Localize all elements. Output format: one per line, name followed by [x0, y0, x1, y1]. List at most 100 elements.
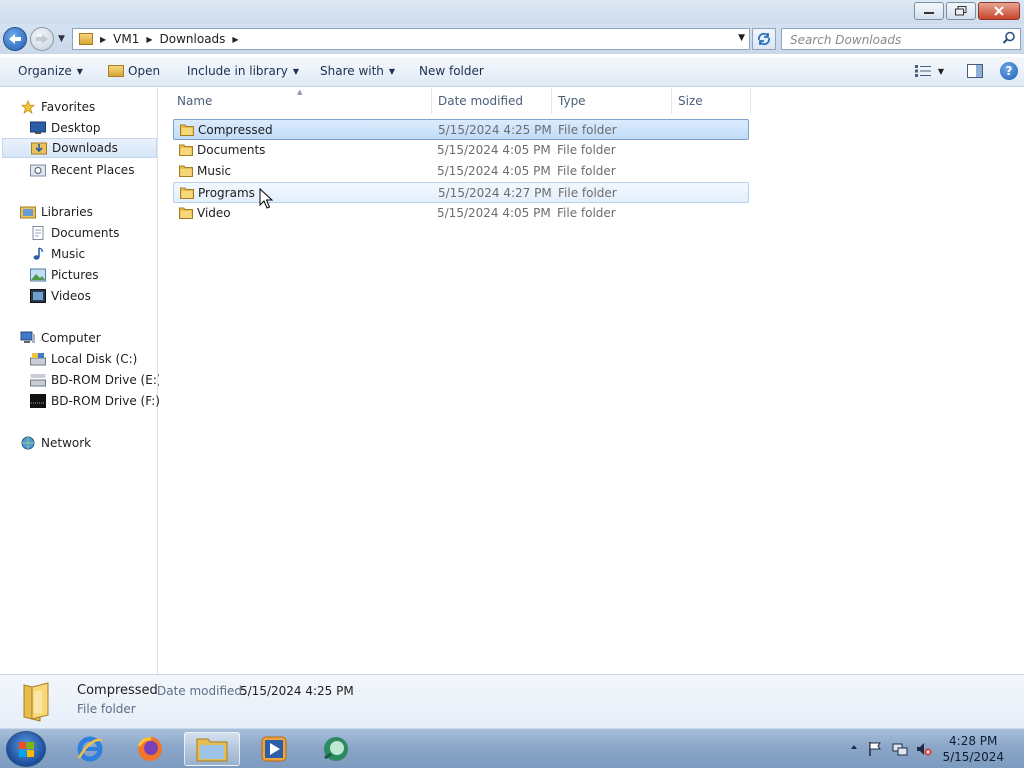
file-name: Documents — [197, 143, 266, 157]
column-divider[interactable] — [750, 88, 751, 114]
include-in-library-button[interactable]: Include in library ▼ — [187, 64, 299, 78]
nav-downloads[interactable]: Downloads — [2, 138, 157, 158]
folder-icon — [180, 187, 194, 199]
folder-icon — [79, 33, 93, 45]
address-dropdown-icon[interactable]: ▼ — [738, 33, 745, 43]
nav-network[interactable]: Network — [20, 433, 178, 453]
search-icon[interactable] — [1002, 31, 1016, 45]
media-player-icon[interactable] — [246, 732, 302, 766]
nav-bd-rom-e-label: BD-ROM Drive (E:) T — [51, 373, 173, 387]
file-row-compressed[interactable]: Compressed 5/15/2024 4:25 PM File folder — [173, 119, 749, 140]
documents-icon — [32, 226, 44, 240]
firefox-icon[interactable] — [122, 732, 178, 766]
nav-bd-rom-f-label: BD-ROM Drive (F:) T — [51, 394, 172, 408]
green-app-icon[interactable] — [308, 732, 364, 766]
nav-libraries[interactable]: Libraries — [20, 202, 178, 222]
nav-libraries-label: Libraries — [41, 205, 93, 219]
taskbar: 4:28 PM 5/15/2024 — [0, 728, 1024, 768]
back-button[interactable] — [3, 27, 27, 51]
open-folder-icon — [108, 65, 124, 77]
column-date-modified[interactable]: Date modified — [438, 94, 523, 108]
nav-downloads-label: Downloads — [52, 141, 118, 155]
file-row-documents[interactable]: Documents 5/15/2024 4:05 PM File folder — [173, 140, 749, 161]
navigation-pane: Favorites Desktop Downloads Recent Place… — [0, 88, 173, 674]
recent-pages-dropdown[interactable]: ▼ — [58, 34, 65, 44]
mouse-cursor-icon — [259, 188, 273, 209]
file-date: 5/15/2024 4:27 PM — [438, 186, 552, 200]
volume-muted-icon[interactable] — [916, 741, 932, 757]
nav-documents-label: Documents — [51, 226, 120, 240]
arrow-left-icon — [9, 34, 21, 44]
nav-favorites-label: Favorites — [41, 100, 96, 114]
desktop-icon — [30, 121, 46, 134]
star-icon — [20, 100, 36, 114]
new-folder-button[interactable]: New folder — [419, 64, 484, 78]
chevron-down-icon: ▼ — [388, 67, 396, 76]
folder-icon — [179, 165, 193, 177]
show-hidden-icons-icon[interactable] — [850, 743, 858, 751]
search-input[interactable]: Search Downloads — [781, 28, 1021, 50]
chevron-down-icon: ▼ — [76, 67, 83, 76]
organize-label: Organize — [18, 64, 72, 78]
chevron-right-icon[interactable]: ▶ — [232, 35, 238, 44]
details-pane: Compressed Date modified: 5/15/2024 4:25… — [0, 674, 1024, 728]
file-type: File folder — [558, 123, 617, 137]
chevron-right-icon[interactable]: ▶ — [100, 35, 106, 44]
network-status-icon[interactable] — [892, 741, 908, 757]
file-name: Programs — [198, 186, 255, 200]
column-divider[interactable] — [431, 88, 432, 114]
disc-drive-icon — [30, 374, 46, 387]
videos-icon — [30, 289, 46, 303]
refresh-button[interactable] — [752, 28, 776, 50]
breadcrumb-vm1[interactable]: VM1 — [113, 32, 139, 46]
computer-icon — [20, 331, 35, 343]
column-name[interactable]: Name — [177, 94, 212, 108]
preview-pane-icon — [967, 64, 983, 78]
music-note-icon — [33, 247, 43, 260]
column-headers: ▲ Name Date modified Type Size — [159, 88, 759, 114]
forward-button[interactable] — [30, 27, 54, 51]
file-row-music[interactable]: Music 5/15/2024 4:05 PM File folder — [173, 161, 749, 182]
file-name: Music — [197, 164, 232, 178]
details-date-value: 5/15/2024 4:25 PM — [240, 684, 354, 698]
folder-icon — [179, 144, 193, 156]
pictures-icon — [30, 268, 46, 282]
close-button[interactable] — [978, 2, 1020, 20]
details-type: File folder — [77, 702, 136, 716]
help-button[interactable]: ? — [1000, 62, 1018, 80]
organize-button[interactable]: Organize ▼ — [18, 64, 83, 78]
nav-favorites[interactable]: Favorites — [20, 97, 178, 117]
clock-date: 5/15/2024 — [942, 750, 1004, 764]
column-size[interactable]: Size — [678, 94, 703, 108]
file-name: Compressed — [198, 123, 273, 137]
clock[interactable]: 4:28 PM 5/15/2024 — [942, 733, 1004, 765]
nav-computer[interactable]: Computer — [20, 328, 178, 348]
column-type[interactable]: Type — [558, 94, 586, 108]
action-center-flag-icon[interactable] — [868, 741, 882, 757]
preview-pane-button[interactable] — [966, 62, 984, 80]
restore-button[interactable] — [946, 2, 976, 20]
change-view-button[interactable] — [914, 62, 932, 80]
breadcrumb-downloads[interactable]: Downloads — [160, 32, 226, 46]
share-with-label: Share with — [320, 64, 384, 78]
view-buttons: ▼ ? — [902, 62, 1018, 80]
windows-start-icon[interactable] — [6, 731, 46, 767]
nav-music-label: Music — [51, 247, 86, 261]
nav-network-label: Network — [41, 436, 92, 450]
share-with-button[interactable]: Share with ▼ — [320, 64, 395, 78]
file-explorer-icon[interactable] — [184, 732, 240, 766]
file-date: 5/15/2024 4:05 PM — [437, 164, 551, 178]
file-type: File folder — [557, 206, 616, 220]
address-bar[interactable]: ▶ VM1 ▶ Downloads ▶ ▼ — [72, 28, 750, 50]
column-divider[interactable] — [671, 88, 672, 114]
folder-icon — [23, 682, 49, 722]
folder-icon — [179, 207, 193, 219]
sort-ascending-icon: ▲ — [297, 88, 303, 96]
view-options-dropdown[interactable]: ▼ — [938, 67, 944, 76]
nav-pictures-label: Pictures — [51, 268, 99, 282]
column-divider[interactable] — [551, 88, 552, 114]
chevron-right-icon[interactable]: ▶ — [146, 35, 152, 44]
minimize-button[interactable] — [914, 2, 944, 20]
open-button[interactable]: Open — [108, 64, 160, 78]
internet-explorer-icon[interactable] — [62, 732, 118, 766]
